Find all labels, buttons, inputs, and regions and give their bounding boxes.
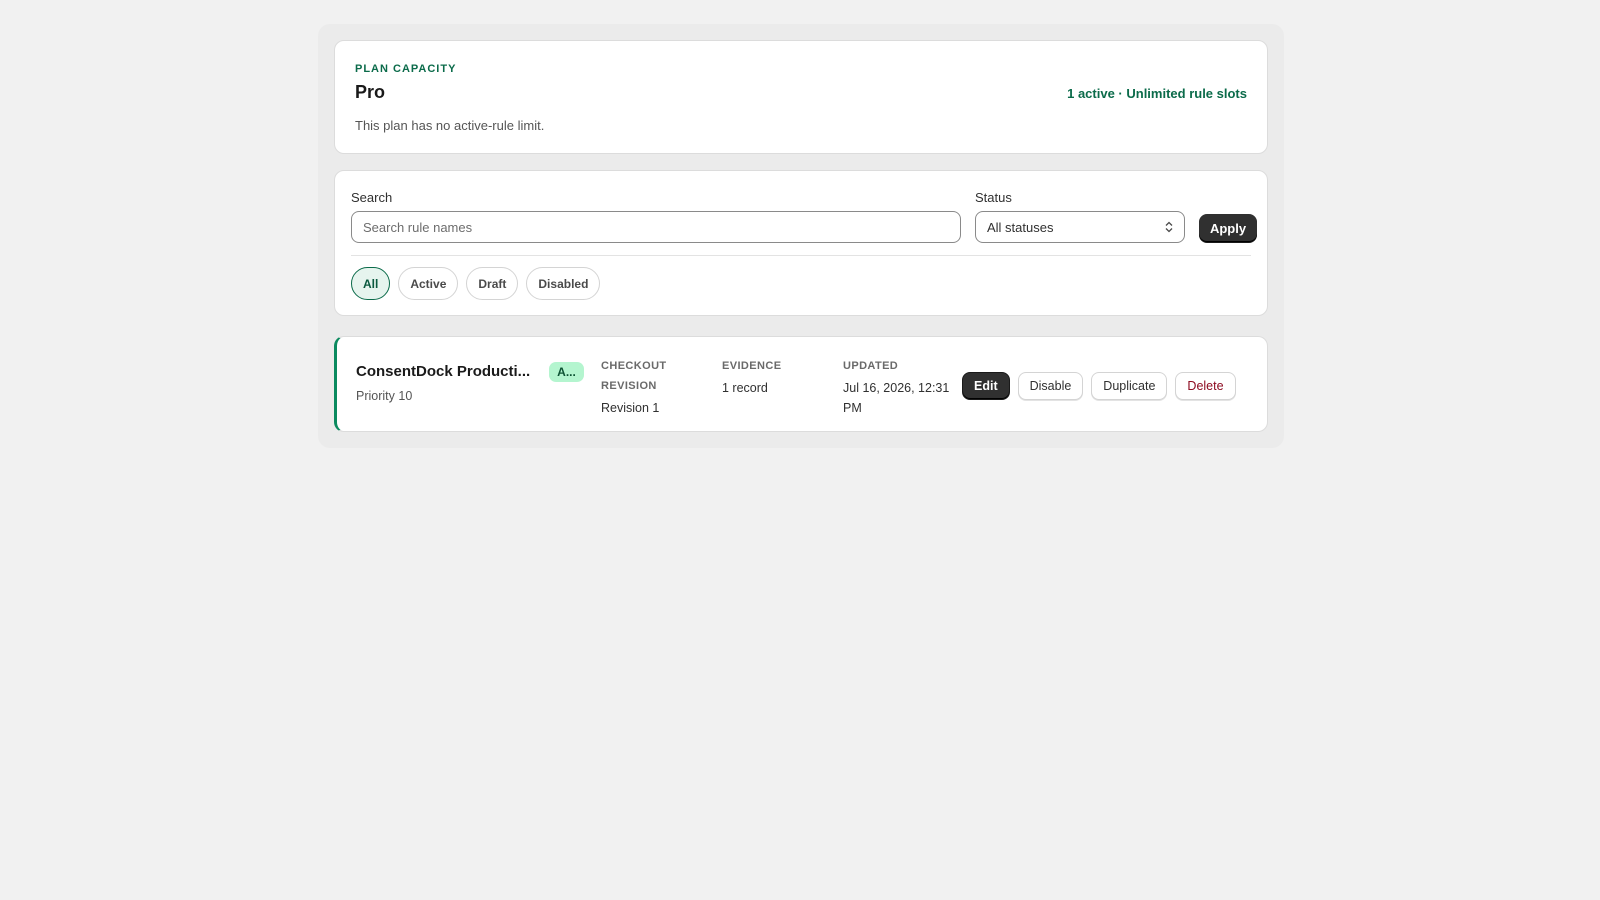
search-label: Search bbox=[351, 190, 393, 205]
status-select-value: All statuses bbox=[987, 219, 1054, 235]
status-filter-chips: All Active Draft Disabled bbox=[351, 267, 601, 300]
delete-button[interactable]: Delete bbox=[1175, 372, 1236, 400]
page-container: PLAN CAPACITY Pro This plan has no activ… bbox=[318, 24, 1284, 448]
rule-row: ConsentDock Producti... A... Priority 10… bbox=[334, 336, 1268, 432]
rule-name[interactable]: ConsentDock Producti... bbox=[356, 363, 538, 380]
chip-all[interactable]: All bbox=[351, 267, 391, 300]
updated-value: Jul 16, 2026, 12:31 PM bbox=[843, 381, 950, 415]
rule-priority: Priority 10 bbox=[356, 389, 413, 403]
filters-divider bbox=[351, 255, 1251, 256]
select-updown-icon bbox=[1165, 221, 1173, 233]
chip-disabled[interactable]: Disabled bbox=[526, 267, 601, 300]
chip-active[interactable]: Active bbox=[398, 267, 459, 300]
rule-actions: Edit Disable Duplicate Delete bbox=[962, 372, 1236, 400]
plan-name: Pro bbox=[355, 82, 386, 102]
evidence-heading: EVIDENCE bbox=[722, 360, 782, 372]
apply-button[interactable]: Apply bbox=[1199, 214, 1257, 242]
duplicate-button[interactable]: Duplicate bbox=[1091, 372, 1168, 400]
filters-card: Search Status All statuses Apply All Act… bbox=[334, 170, 1268, 316]
checkout-revision-value: Revision 1 bbox=[601, 401, 660, 415]
plan-capacity-card: PLAN CAPACITY Pro This plan has no activ… bbox=[334, 40, 1268, 154]
plan-description: This plan has no active-rule limit. bbox=[355, 118, 545, 133]
edit-button[interactable]: Edit bbox=[962, 372, 1010, 400]
chip-draft[interactable]: Draft bbox=[466, 267, 519, 300]
updated-heading: UPDATED bbox=[843, 360, 899, 372]
checkout-revision-heading: CHECKOUT REVISION bbox=[601, 360, 667, 392]
plan-usage-summary: 1 active · Unlimited rule slots bbox=[1067, 86, 1247, 101]
status-select[interactable]: All statuses bbox=[975, 211, 1185, 243]
status-badge: A... bbox=[549, 362, 584, 382]
search-input[interactable] bbox=[351, 211, 961, 243]
checkout-revision-column: CHECKOUT REVISION Revision 1 bbox=[601, 356, 701, 418]
evidence-value: 1 record bbox=[722, 381, 768, 395]
disable-button[interactable]: Disable bbox=[1017, 372, 1084, 400]
plan-capacity-eyebrow: PLAN CAPACITY bbox=[355, 63, 457, 75]
evidence-column: EVIDENCE 1 record bbox=[722, 356, 822, 398]
status-label: Status bbox=[975, 190, 1012, 205]
updated-column: UPDATED Jul 16, 2026, 12:31 PM bbox=[843, 356, 963, 418]
